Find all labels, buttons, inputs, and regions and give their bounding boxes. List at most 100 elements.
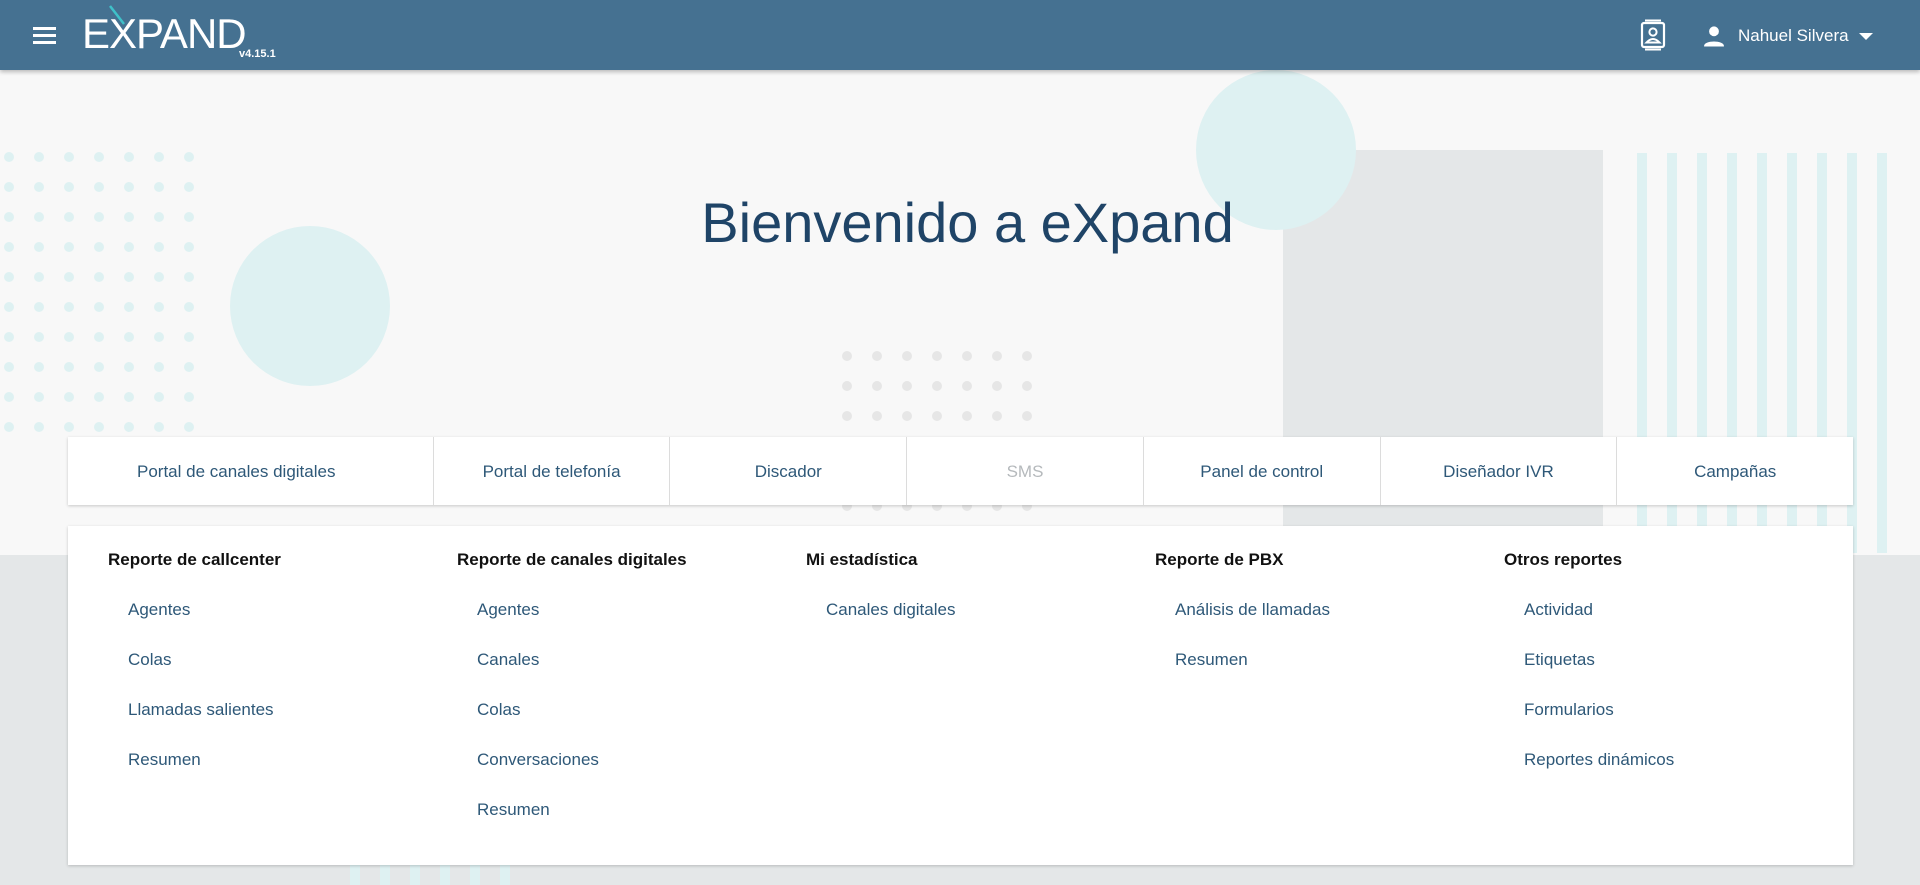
decor-dot xyxy=(124,152,134,162)
decor-dot xyxy=(872,411,882,421)
report-link-analisis-de-llamadas[interactable]: Análisis de llamadas xyxy=(1175,596,1495,646)
decor-dot xyxy=(992,411,1002,421)
decor-dot xyxy=(124,392,134,402)
decor-dot xyxy=(184,332,194,342)
decor-dot xyxy=(34,422,44,432)
decor-dot xyxy=(64,332,74,342)
decor-dot xyxy=(94,152,104,162)
decor-dot xyxy=(4,272,14,282)
user-name: Nahuel Silvera xyxy=(1738,26,1849,45)
decor-dot xyxy=(34,392,44,402)
report-link-agentes[interactable]: Agentes xyxy=(128,596,448,646)
decor-dot xyxy=(154,302,164,312)
report-link-canales[interactable]: Canales xyxy=(477,646,797,696)
decor-dot xyxy=(932,381,942,391)
report-title: Reporte de canales digitales xyxy=(457,550,687,569)
decor-dot xyxy=(34,362,44,372)
decor-dot xyxy=(154,422,164,432)
decor-dot xyxy=(124,362,134,372)
decor-dot xyxy=(184,302,194,312)
decor-dot xyxy=(34,272,44,282)
decor-dot xyxy=(4,332,14,342)
decor-dot xyxy=(94,302,104,312)
decor-dot xyxy=(154,332,164,342)
report-link-canales-digitales[interactable]: Canales digitales xyxy=(826,596,1146,646)
decor-dot xyxy=(962,381,972,391)
report-link-conversaciones[interactable]: Conversaciones xyxy=(477,746,797,796)
decor-dot xyxy=(902,411,912,421)
module-campanas[interactable]: Campañas xyxy=(1617,437,1853,505)
decor-dot xyxy=(184,362,194,372)
report-column-pbx: Reporte de PBX Análisis de llamadas Resu… xyxy=(1155,546,1495,696)
decor-dot xyxy=(1022,381,1032,391)
user-menu[interactable]: Nahuel Silvera xyxy=(1700,20,1873,52)
decor-dot xyxy=(124,302,134,312)
report-link-etiquetas[interactable]: Etiquetas xyxy=(1524,646,1844,696)
decor-dot xyxy=(4,152,14,162)
module-portal-telefonia[interactable]: Portal de telefonía xyxy=(434,437,671,505)
decor-dot xyxy=(902,381,912,391)
decor-dot xyxy=(64,392,74,402)
report-link-colas[interactable]: Colas xyxy=(477,696,797,746)
decor-dot xyxy=(34,302,44,312)
report-link-llamadas-salientes[interactable]: Llamadas salientes xyxy=(128,696,448,746)
hamburger-menu-icon[interactable] xyxy=(30,22,60,48)
report-column-otros: Otros reportes Actividad Etiquetas Formu… xyxy=(1504,546,1844,796)
report-title: Reporte de PBX xyxy=(1155,550,1284,569)
report-column-mi-estadistica: Mi estadística Canales digitales xyxy=(806,546,1146,646)
module-disenador-ivr[interactable]: Diseñador IVR xyxy=(1381,437,1618,505)
decor-dot xyxy=(64,422,74,432)
decor-dot xyxy=(64,362,74,372)
report-link-agentes[interactable]: Agentes xyxy=(477,596,797,646)
decor-dot xyxy=(34,152,44,162)
decor-stripes-bottom xyxy=(350,865,510,885)
report-title: Mi estadística xyxy=(806,550,918,569)
report-link-actividad[interactable]: Actividad xyxy=(1524,596,1844,646)
module-bar: Portal de canales digitales Portal de te… xyxy=(68,437,1853,505)
decor-dot xyxy=(184,422,194,432)
decor-dot xyxy=(4,392,14,402)
decor-dot xyxy=(842,411,852,421)
decor-dot xyxy=(1022,411,1032,421)
decor-dot xyxy=(962,351,972,361)
reports-panel: Reporte de callcenter Agentes Colas Llam… xyxy=(68,526,1853,865)
report-link-formularios[interactable]: Formularios xyxy=(1524,696,1844,746)
report-title: Otros reportes xyxy=(1504,550,1623,569)
decor-dot xyxy=(94,392,104,402)
decor-dot xyxy=(992,351,1002,361)
decor-dot xyxy=(932,351,942,361)
report-link-colas[interactable]: Colas xyxy=(128,646,448,696)
decor-dot xyxy=(64,272,74,282)
top-app-bar: EXPAND v4.15.1 Nahuel Silvera xyxy=(0,0,1920,70)
decor-dot xyxy=(872,351,882,361)
decor-dot xyxy=(4,362,14,372)
report-link-reportes-dinamicos[interactable]: Reportes dinámicos xyxy=(1524,746,1844,796)
decor-dot xyxy=(64,152,74,162)
decor-dot xyxy=(932,411,942,421)
page-title: Bienvenido a eXpand xyxy=(701,191,1234,254)
decor-dot xyxy=(154,272,164,282)
person-icon xyxy=(1704,26,1724,47)
module-discador[interactable]: Discador xyxy=(670,437,908,505)
decor-dot xyxy=(154,362,164,372)
decor-dot xyxy=(124,272,134,282)
decor-dot xyxy=(1022,351,1032,361)
expand-logo[interactable]: EXPAND v4.15.1 xyxy=(82,4,282,64)
decor-dot xyxy=(94,362,104,372)
decor-dot xyxy=(94,332,104,342)
decor-dot xyxy=(94,422,104,432)
module-panel-de-control[interactable]: Panel de control xyxy=(1144,437,1381,505)
report-title: Reporte de callcenter xyxy=(108,550,281,569)
decor-dot xyxy=(842,351,852,361)
module-portal-canales-digitales[interactable]: Portal de canales digitales xyxy=(68,437,434,505)
decor-dot xyxy=(154,392,164,402)
report-link-resumen[interactable]: Resumen xyxy=(128,746,448,796)
contact-card-icon[interactable] xyxy=(1638,19,1668,51)
report-link-resumen[interactable]: Resumen xyxy=(1175,646,1495,696)
decor-dot xyxy=(184,392,194,402)
report-link-resumen[interactable]: Resumen xyxy=(477,796,797,846)
decor-dot xyxy=(94,272,104,282)
decor-dot xyxy=(124,422,134,432)
decor-dot xyxy=(34,332,44,342)
module-sms: SMS xyxy=(907,437,1144,505)
